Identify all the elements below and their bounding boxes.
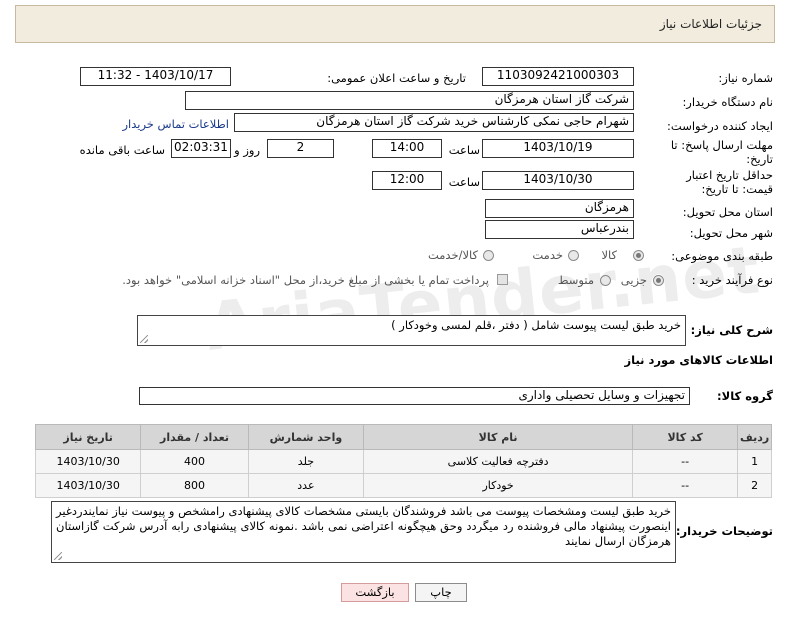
province-field: هرمزگان (485, 199, 634, 218)
buyer-notes-text: خرید طبق لیست ومشخصات پیوست می باشد فروش… (56, 504, 671, 548)
category-label: طبقه بندی موضوعی: (671, 249, 773, 263)
resize-handle[interactable] (140, 335, 148, 343)
cell-need-date: 1403/10/30 (34, 473, 142, 498)
need-number-field: 1103092421000303 (482, 67, 634, 86)
process-label: نوع فرآیند خرید : (691, 273, 773, 287)
cell-item-code: -- (631, 473, 739, 498)
resize-handle[interactable] (54, 552, 62, 560)
category-radio-service[interactable] (568, 250, 579, 261)
cell-unit: جلد (247, 449, 365, 474)
page-title: جزئیات اطلاعات نیاز (659, 17, 762, 31)
cell-item-code: -- (631, 449, 739, 474)
process-radio-minor[interactable] (653, 275, 664, 286)
page-header: جزئیات اطلاعات نیاز (15, 5, 775, 43)
reply-time-field: 14:00 (372, 139, 442, 158)
print-button[interactable]: چاپ (415, 583, 467, 602)
cell-row-number: 2 (737, 473, 772, 498)
reply-time-label: ساعت (448, 143, 480, 157)
cell-quantity: 800 (140, 473, 249, 498)
summary-field: خرید طبق لیست پیوست شامل ( دفتر ،قلم لمس… (137, 315, 686, 346)
header-item-code: کد کالا (631, 424, 739, 450)
table-row: 2 -- خودکار عدد 800 1403/10/30 (34, 473, 772, 498)
table-row: 1 -- دفترچه فعالیت کلاسی جلد 400 1403/10… (34, 449, 772, 474)
header-need-date: تاریخ نیاز (34, 424, 142, 450)
back-button[interactable]: بازگشت (341, 583, 409, 602)
category-option-goods-service: کالا/خدمت (427, 248, 478, 262)
header-row-number: ردیف (737, 424, 772, 450)
header-quantity: تعداد / مقدار (140, 424, 249, 450)
reply-date-field: 1403/10/19 (482, 139, 634, 158)
category-option-service: خدمت (532, 248, 563, 262)
price-validity-time-label: ساعت (448, 175, 480, 189)
treasury-note: پرداخت تمام یا بخشی از مبلغ خرید،از محل … (122, 273, 489, 287)
requester-field: شهرام حاجی نمکی کارشناس خرید شرکت گاز اس… (234, 113, 634, 132)
reply-deadline-label: مهلت ارسال پاسخ: تا تاریخ: (670, 138, 773, 166)
city-label: شهر محل تحویل: (689, 226, 773, 240)
cell-item-name: دفترچه فعالیت کلاسی (363, 449, 633, 474)
announce-datetime-label: تاریخ و ساعت اعلان عمومی: (327, 71, 466, 85)
price-validity-label: حداقل تاریخ اعتبار قیمت: تا تاریخ: (686, 168, 773, 196)
city-field: بندرعباس (485, 220, 634, 239)
goods-group-field: تجهیزات و وسایل تحصیلی واداری (139, 387, 690, 405)
header-item-name: نام کالا (363, 424, 633, 450)
announce-datetime-field: 1403/10/17 - 11:32 (80, 67, 231, 86)
days-label: روز و (234, 143, 260, 157)
cell-unit: عدد (247, 473, 365, 498)
buyer-org-label: نام دستگاه خریدار: (682, 95, 773, 109)
category-option-goods: کالا (601, 248, 617, 262)
category-radio-goods[interactable] (633, 250, 644, 261)
category-radio-goods-service[interactable] (483, 250, 494, 261)
buyer-org-field: شرکت گاز استان هرمزگان (185, 91, 634, 110)
need-number-label: شماره نیاز: (718, 71, 773, 85)
process-option-minor: جزیی (620, 273, 647, 287)
cell-need-date: 1403/10/30 (34, 449, 142, 474)
buyer-contact-link[interactable]: اطلاعات تماس خریدار (122, 117, 229, 131)
treasury-checkbox[interactable] (497, 274, 508, 285)
province-label: استان محل تحویل: (682, 205, 773, 219)
summary-label: شرح کلی نیاز: (690, 323, 773, 337)
header-unit: واحد شمارش (247, 424, 365, 450)
goods-group-label: گروه کالا: (717, 389, 773, 403)
goods-section-title: اطلاعات کالاهای مورد نیاز (624, 353, 773, 367)
items-table: ردیف کد کالا نام کالا واحد شمارش تعداد /… (34, 424, 772, 498)
cell-quantity: 400 (140, 449, 249, 474)
process-radio-medium[interactable] (600, 275, 611, 286)
table-header-row: ردیف کد کالا نام کالا واحد شمارش تعداد /… (34, 424, 772, 450)
requester-label: ایجاد کننده درخواست: (667, 119, 773, 133)
price-validity-time-field: 12:00 (372, 171, 442, 190)
remaining-time-field: 02:03:31 (171, 139, 231, 158)
cell-item-name: خودکار (363, 473, 633, 498)
process-option-medium: متوسط (557, 273, 594, 287)
cell-row-number: 1 (737, 449, 772, 474)
buyer-notes-field: خرید طبق لیست ومشخصات پیوست می باشد فروش… (51, 501, 676, 563)
summary-text: خرید طبق لیست پیوست شامل ( دفتر ،قلم لمس… (391, 318, 681, 332)
remaining-label: ساعت باقی مانده (79, 143, 165, 157)
reply-days-field: 2 (267, 139, 334, 158)
buyer-notes-label: توضیحات خریدار: (675, 524, 773, 538)
price-validity-date-field: 1403/10/30 (482, 171, 634, 190)
